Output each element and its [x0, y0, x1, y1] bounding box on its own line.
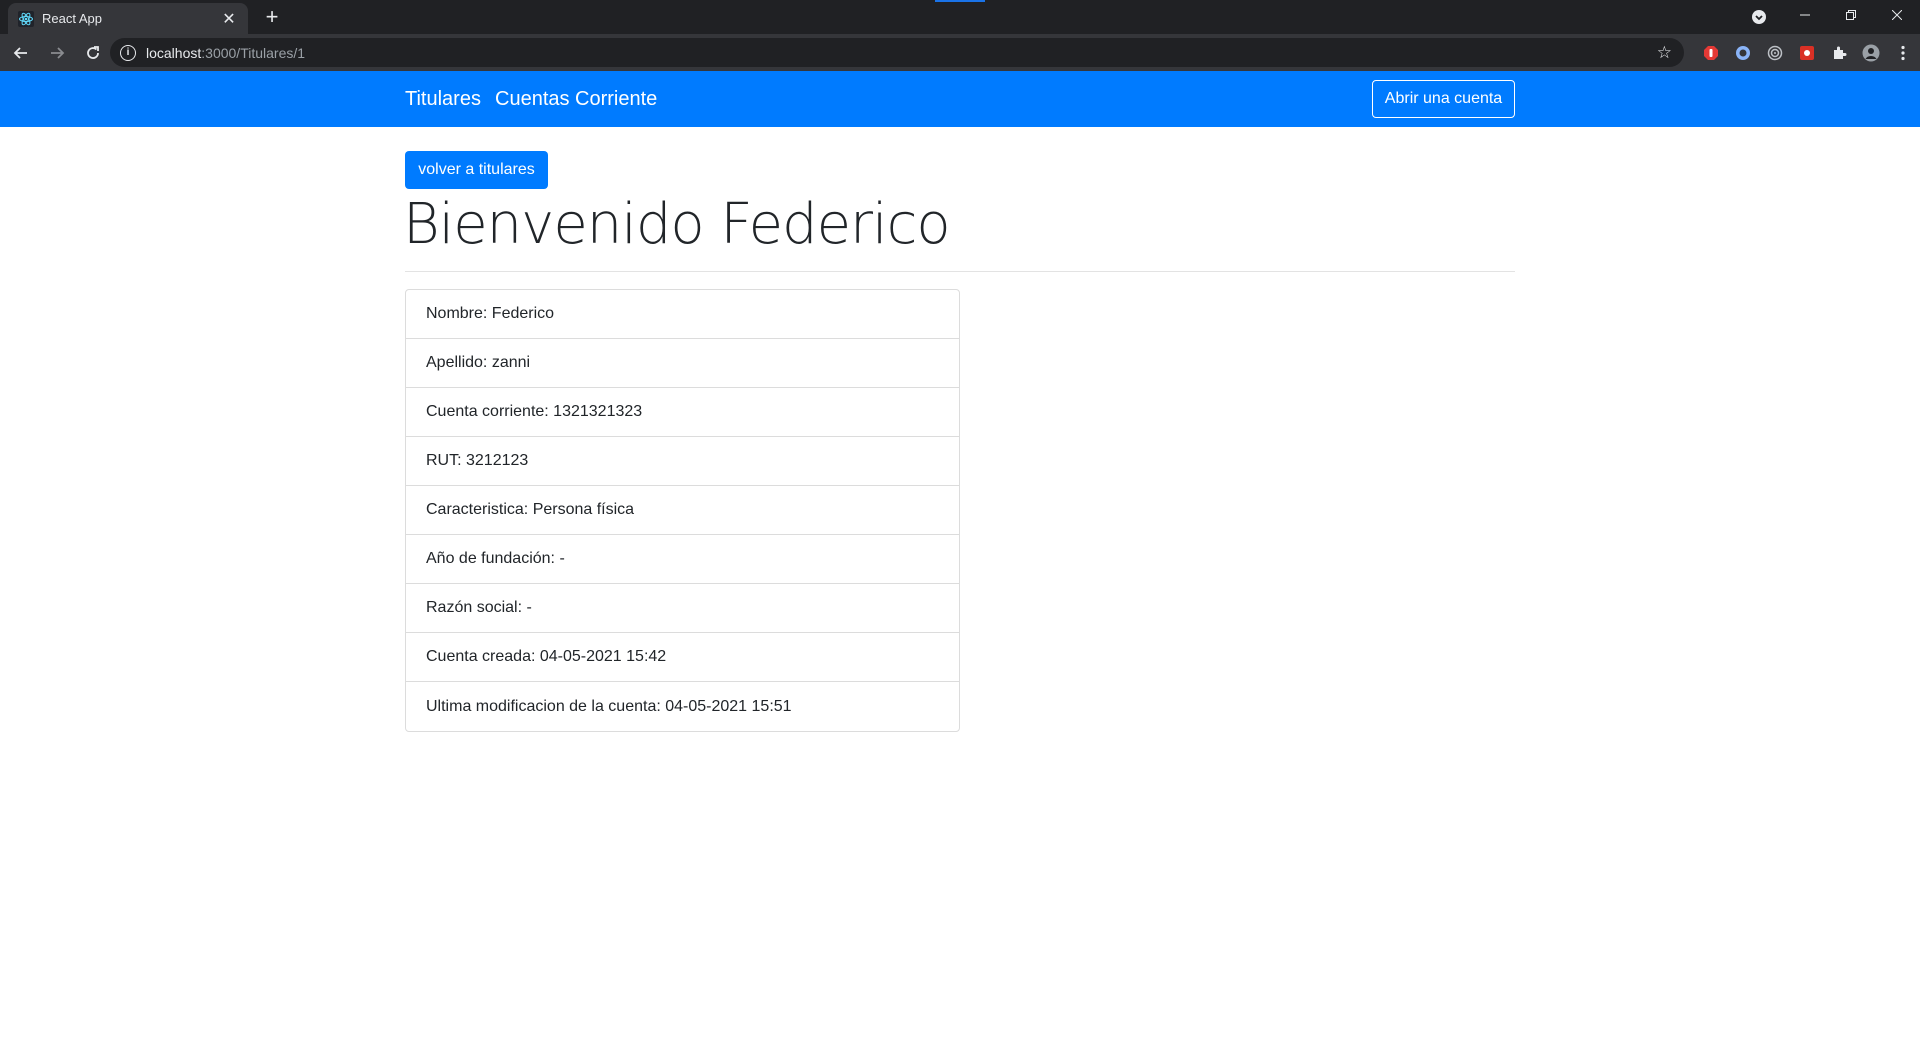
detail-cuenta-creada: Cuenta creada: 04-05-2021 15:42 [406, 633, 959, 682]
chevron-down-icon [1752, 10, 1766, 24]
detail-ultima-modificacion: Ultima modificacion de la cuenta: 04-05-… [426, 697, 792, 715]
url-path: :3000/Titulares/1 [201, 44, 306, 61]
forward-nav-button[interactable] [42, 38, 72, 68]
address-bar[interactable]: i localhost:3000/Titulares/1 ☆ [110, 38, 1684, 67]
browser-toolbar: i localhost:3000/Titulares/1 ☆ [0, 34, 1920, 71]
extension-target[interactable] [1759, 38, 1791, 67]
url-host: localhost [146, 44, 202, 61]
site-info-icon[interactable]: i [120, 44, 136, 61]
tab-search-indicator [935, 0, 985, 2]
circle-extension-icon [1736, 45, 1750, 60]
profile-button[interactable] [1855, 38, 1887, 67]
target-icon [1767, 45, 1783, 60]
arrow-left-icon [13, 46, 27, 59]
nav-link-titulares[interactable]: Titulares [405, 88, 481, 111]
react-favicon-icon [18, 10, 34, 27]
detail-anio-fundacion: Año de fundación: - [406, 535, 959, 584]
red-extension-icon [1800, 45, 1814, 60]
browser-tab[interactable]: React App ✕ [8, 3, 248, 34]
detail-apellido: Apellido: zanni [406, 339, 959, 388]
extensions-area [1695, 38, 1919, 67]
url-text[interactable]: localhost:3000/Titulares/1 [146, 45, 305, 61]
puzzle-icon [1834, 46, 1847, 59]
detail-rut: RUT: 3212123 [406, 437, 959, 486]
detail-caracteristica: Caracteristica: Persona física [406, 486, 959, 535]
reload-button[interactable] [78, 38, 108, 68]
titular-details-list: Nombre: Federico Apellido: zanni Cuenta … [405, 289, 960, 732]
arrow-right-icon [51, 46, 65, 59]
page-title: Bienvenido Federico [403, 192, 951, 257]
extensions-menu-button[interactable] [1823, 38, 1855, 67]
restore-icon [1846, 10, 1856, 20]
minimize-icon [1800, 14, 1810, 16]
window-controls [1736, 0, 1920, 34]
close-icon [1892, 10, 1902, 20]
extension-red[interactable] [1791, 38, 1823, 67]
open-account-button[interactable]: Abrir una cuenta [1372, 80, 1515, 118]
tab-close-icon[interactable]: ✕ [220, 9, 238, 29]
top-navbar: Titulares Cuentas Corriente Abrir una cu… [0, 71, 1920, 127]
kebab-menu-icon [1901, 45, 1905, 60]
restore-button[interactable] [1828, 0, 1874, 30]
stop-hand-icon [1704, 45, 1718, 60]
detail-cuenta-corriente: Cuenta corriente: 1321321323 [406, 388, 959, 437]
tab-search-button[interactable] [1736, 0, 1782, 34]
detail-razon-social: Razón social: - [406, 584, 959, 633]
app-viewport: Titulares Cuentas Corriente Abrir una cu… [0, 71, 1920, 1040]
detail-nombre: Nombre: Federico [406, 290, 959, 339]
browser-tab-strip: React App ✕ + [0, 0, 1920, 34]
new-tab-button[interactable]: + [260, 6, 284, 30]
avatar-icon [1862, 44, 1880, 61]
reload-icon [87, 45, 99, 59]
close-window-button[interactable] [1874, 0, 1920, 30]
back-to-titulares-button[interactable]: volver a titulares [405, 151, 548, 189]
extension-circle[interactable] [1727, 38, 1759, 67]
nav-link-cuentas-corriente[interactable]: Cuentas Corriente [495, 88, 657, 111]
extension-adblock[interactable] [1695, 38, 1727, 67]
tab-title: React App [42, 11, 102, 26]
browser-menu-button[interactable] [1887, 38, 1919, 67]
bookmark-star-icon[interactable]: ☆ [1657, 43, 1672, 63]
minimize-button[interactable] [1782, 0, 1828, 30]
back-nav-button[interactable] [6, 38, 36, 68]
header-divider [405, 271, 1515, 272]
